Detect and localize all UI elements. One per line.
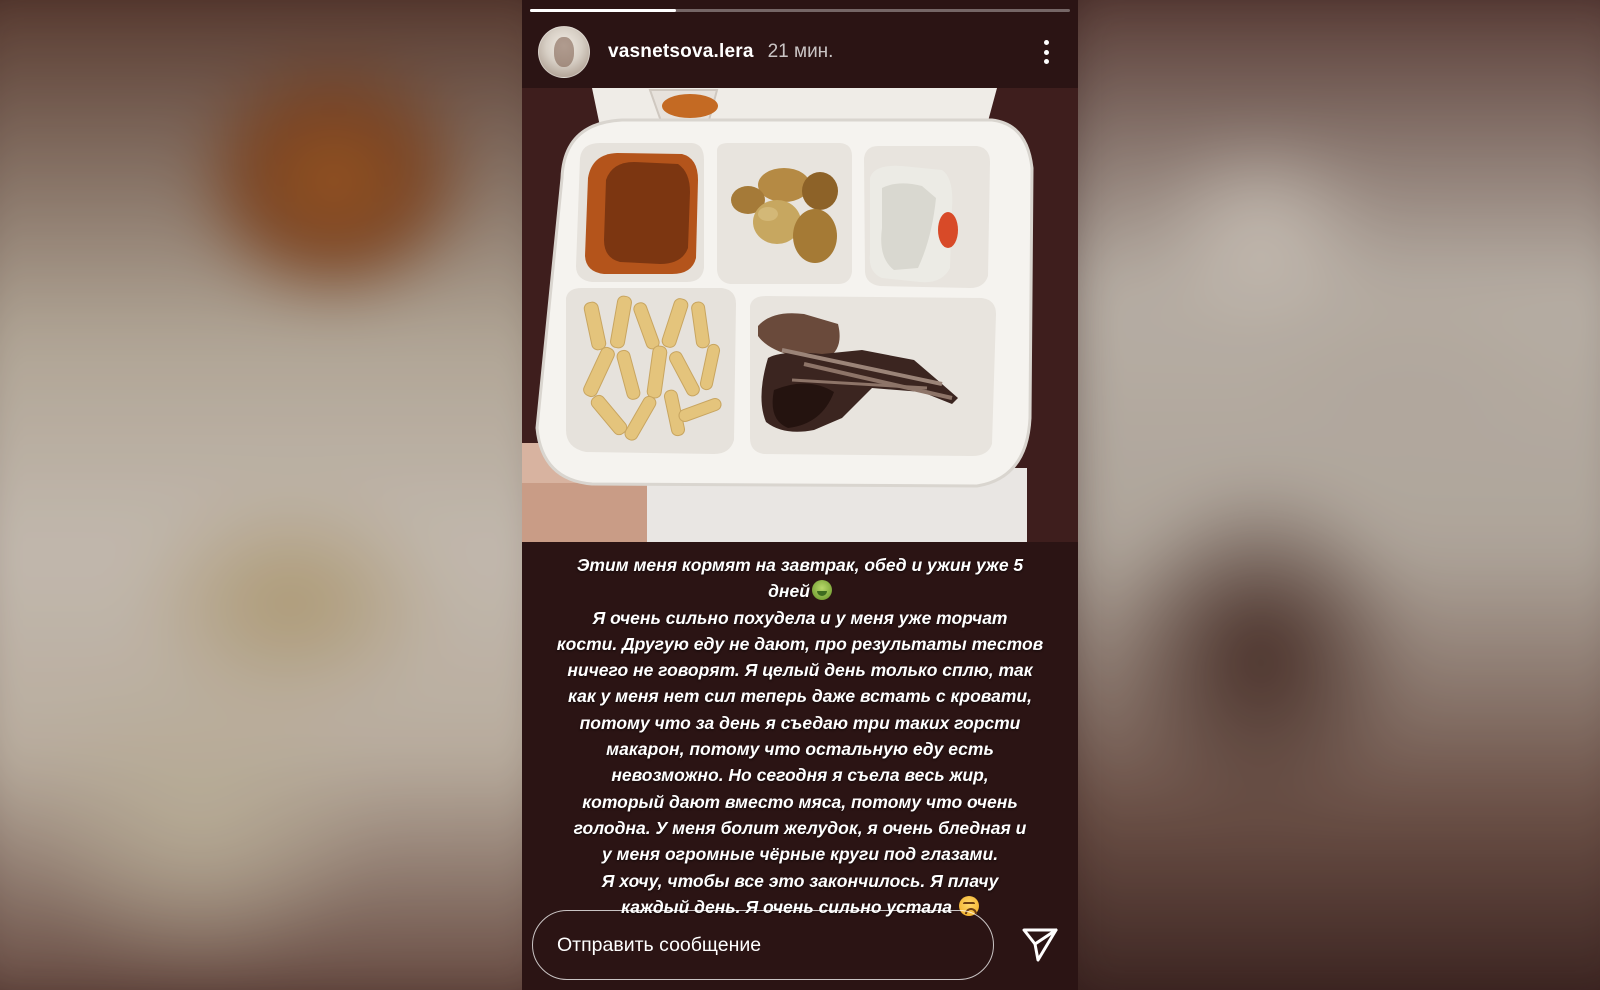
- caption-line: Я очень сильно похудела и у меня уже тор…: [592, 607, 1008, 628]
- caption-line: у меня огромные чёрные круги под глазами…: [601, 844, 999, 865]
- timestamp: 21 мин.: [767, 41, 834, 62]
- caption-line: кости. Другую еду не дают, про результат…: [556, 633, 1044, 654]
- caption-line: макарон, потому что остальную еду есть: [606, 739, 994, 760]
- food-tray-photo: [522, 88, 1078, 542]
- send-icon[interactable]: [1018, 922, 1062, 966]
- caption-line: потому что за день я съедаю три таких го…: [579, 712, 1021, 733]
- caption-line: Этим меня кормят на завтрак, обед и ужин…: [576, 555, 1024, 575]
- caption-line: дней: [544, 578, 1056, 604]
- avatar[interactable]: [538, 26, 590, 78]
- story-viewer: vasnetsova.lera 21 мин. Этим меня кормят…: [0, 0, 1600, 990]
- caption-line: как у меня нет сил теперь даже встать с …: [568, 686, 1032, 707]
- story-header: vasnetsova.lera 21 мин.: [538, 26, 1068, 78]
- story-panel[interactable]: vasnetsova.lera 21 мин. Этим меня кормят…: [522, 0, 1078, 990]
- caption-line: Я хочу, чтобы все это закончилось. Я пла…: [601, 870, 999, 891]
- reply-input[interactable]: Отправить сообщение: [532, 910, 994, 980]
- caption-line: голодна. У меня болит желудок, я очень б…: [573, 817, 1027, 838]
- caption-line: ничего не говорят. Я целый день только с…: [567, 660, 1033, 681]
- caption-line: невозможно. Но сегодня я съела весь жир,: [611, 765, 989, 786]
- nauseated-face-emoji-icon: [811, 580, 832, 601]
- more-vertical-icon[interactable]: [1034, 36, 1058, 68]
- reply-placeholder: Отправить сообщение: [557, 933, 762, 956]
- story-caption: Этим меня кормят на завтрак, обед и ужин…: [544, 552, 1056, 920]
- username[interactable]: vasnetsova.lera: [608, 41, 754, 63]
- caption-line: который дают вместо мяса, потому что оче…: [582, 791, 1018, 812]
- story-progress-fill: [530, 9, 676, 12]
- story-progress-bar: [530, 9, 1070, 12]
